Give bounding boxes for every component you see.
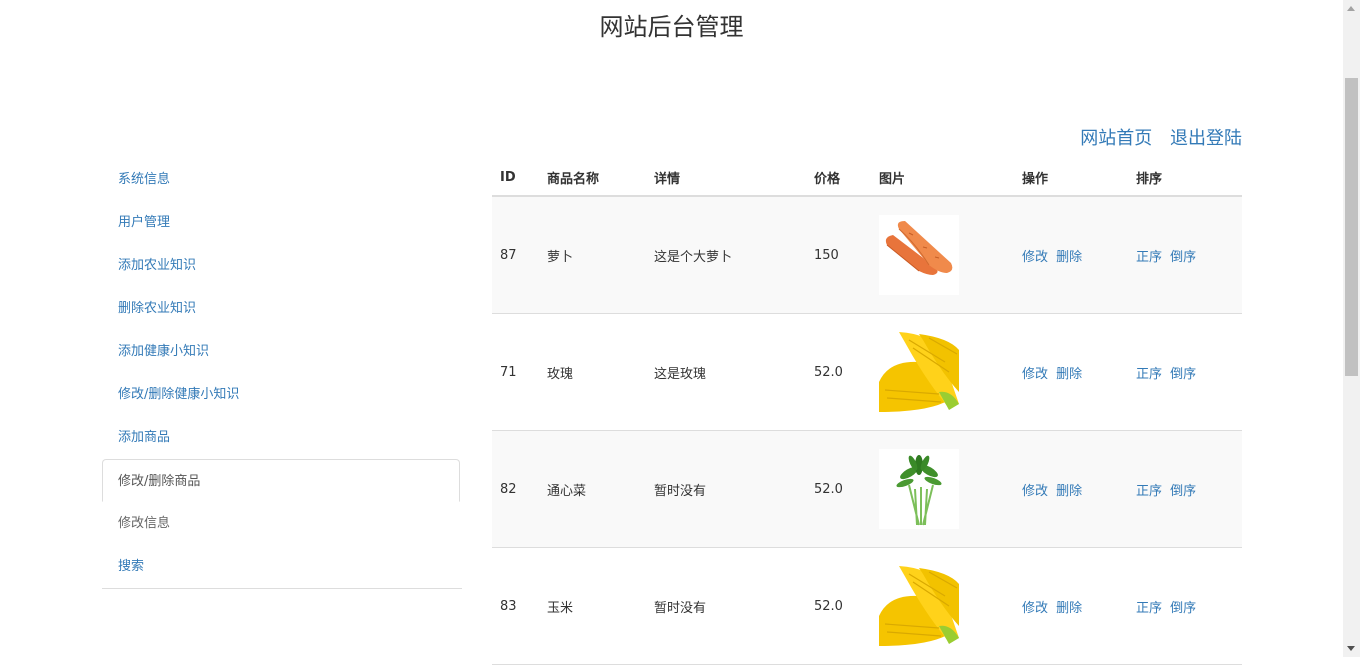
sidebar-item-add-product[interactable]: 添加商品 xyxy=(102,416,462,459)
top-links: 网站首页 退出登陆 xyxy=(1068,125,1242,153)
cell-name: 玫瑰 xyxy=(539,313,646,431)
column-header-actions: 操作 xyxy=(1014,160,1128,197)
sort-desc-link[interactable]: 倒序 xyxy=(1170,601,1196,616)
cell-price: 150 xyxy=(806,196,871,314)
edit-link[interactable]: 修改 xyxy=(1022,484,1048,499)
cell-name: 玉米 xyxy=(539,547,646,665)
corn-image xyxy=(879,332,959,412)
delete-link[interactable]: 删除 xyxy=(1056,250,1082,265)
column-header-sort: 排序 xyxy=(1128,160,1242,197)
sidebar-item-user-management[interactable]: 用户管理 xyxy=(102,201,462,244)
column-header-detail: 详情 xyxy=(646,160,806,197)
carrot-image xyxy=(879,215,959,295)
product-table-container: ID 商品名称 详情 价格 图片 操作 排序 87 萝卜 这是个大萝卜 150 xyxy=(492,160,1242,665)
sidebar-item-edit-info[interactable]: 修改信息 xyxy=(102,502,462,545)
scroll-down-arrow-icon[interactable] xyxy=(1347,646,1355,651)
cell-price: 52.0 xyxy=(806,547,871,665)
cell-detail: 暂时没有 xyxy=(646,547,806,665)
sidebar-nav: 系统信息 用户管理 添加农业知识 删除农业知识 添加健康小知识 修改/删除健康小… xyxy=(102,158,462,589)
sidebar-item-edit-health-tips[interactable]: 修改/删除健康小知识 xyxy=(102,373,462,416)
cell-actions: 修改 删除 xyxy=(1014,547,1128,665)
cell-image xyxy=(871,547,1014,665)
cell-detail: 这是个大萝卜 xyxy=(646,196,806,314)
cell-id: 87 xyxy=(492,196,539,314)
cell-image xyxy=(871,430,1014,548)
sort-desc-link[interactable]: 倒序 xyxy=(1170,484,1196,499)
cell-price: 52.0 xyxy=(806,313,871,431)
cell-sort: 正序 倒序 xyxy=(1128,547,1242,665)
cell-name: 萝卜 xyxy=(539,196,646,314)
sort-asc-link[interactable]: 正序 xyxy=(1136,601,1162,616)
sort-asc-link[interactable]: 正序 xyxy=(1136,250,1162,265)
product-table: ID 商品名称 详情 价格 图片 操作 排序 87 萝卜 这是个大萝卜 150 xyxy=(492,160,1242,665)
sort-asc-link[interactable]: 正序 xyxy=(1136,484,1162,499)
water-spinach-image xyxy=(879,449,959,529)
delete-link[interactable]: 删除 xyxy=(1056,484,1082,499)
cell-actions: 修改 删除 xyxy=(1014,430,1128,548)
cell-id: 71 xyxy=(492,313,539,431)
column-header-id: ID xyxy=(492,160,539,197)
sidebar-item-edit-product[interactable]: 修改/删除商品 xyxy=(102,459,460,502)
cell-image xyxy=(871,313,1014,431)
corn-image xyxy=(879,566,959,646)
delete-link[interactable]: 删除 xyxy=(1056,367,1082,382)
table-row: 83 玉米 暂时没有 52.0 修改 删除 正序 倒序 xyxy=(492,547,1242,665)
column-header-name: 商品名称 xyxy=(539,160,646,197)
table-row: 87 萝卜 这是个大萝卜 150 修改 删除 正序 倒序 xyxy=(492,196,1242,314)
sort-desc-link[interactable]: 倒序 xyxy=(1170,250,1196,265)
sort-desc-link[interactable]: 倒序 xyxy=(1170,367,1196,382)
table-row: 71 玫瑰 这是玫瑰 52.0 修改 删除 正序 倒序 xyxy=(492,313,1242,431)
scroll-up-arrow-icon[interactable] xyxy=(1347,6,1355,11)
cell-actions: 修改 删除 xyxy=(1014,196,1128,314)
sidebar-item-add-health-tips[interactable]: 添加健康小知识 xyxy=(102,330,462,373)
edit-link[interactable]: 修改 xyxy=(1022,367,1048,382)
sidebar-item-delete-agri-knowledge[interactable]: 删除农业知识 xyxy=(102,287,462,330)
cell-sort: 正序 倒序 xyxy=(1128,196,1242,314)
page-title: 网站后台管理 xyxy=(599,13,744,41)
column-header-price: 价格 xyxy=(806,160,871,197)
sidebar-item-search[interactable]: 搜索 xyxy=(102,545,462,588)
table-row: 82 通心菜 暂时没有 52.0 修改 删除 正序 倒序 xyxy=(492,430,1242,548)
sidebar-item-system-info[interactable]: 系统信息 xyxy=(102,158,462,201)
cell-detail: 这是玫瑰 xyxy=(646,313,806,431)
cell-sort: 正序 倒序 xyxy=(1128,430,1242,548)
sidebar-item-add-agri-knowledge[interactable]: 添加农业知识 xyxy=(102,244,462,287)
edit-link[interactable]: 修改 xyxy=(1022,601,1048,616)
cell-id: 83 xyxy=(492,547,539,665)
scrollbar-thumb[interactable] xyxy=(1345,78,1358,376)
home-link[interactable]: 网站首页 xyxy=(1080,128,1152,149)
cell-id: 82 xyxy=(492,430,539,548)
sort-asc-link[interactable]: 正序 xyxy=(1136,367,1162,382)
edit-link[interactable]: 修改 xyxy=(1022,250,1048,265)
cell-actions: 修改 删除 xyxy=(1014,313,1128,431)
cell-image xyxy=(871,196,1014,314)
cell-detail: 暂时没有 xyxy=(646,430,806,548)
cell-price: 52.0 xyxy=(806,430,871,548)
logout-link[interactable]: 退出登陆 xyxy=(1170,128,1242,149)
cell-sort: 正序 倒序 xyxy=(1128,313,1242,431)
column-header-image: 图片 xyxy=(871,160,1014,197)
delete-link[interactable]: 删除 xyxy=(1056,601,1082,616)
table-header-row: ID 商品名称 详情 价格 图片 操作 排序 xyxy=(492,160,1242,197)
vertical-scrollbar[interactable] xyxy=(1343,0,1360,657)
cell-name: 通心菜 xyxy=(539,430,646,548)
